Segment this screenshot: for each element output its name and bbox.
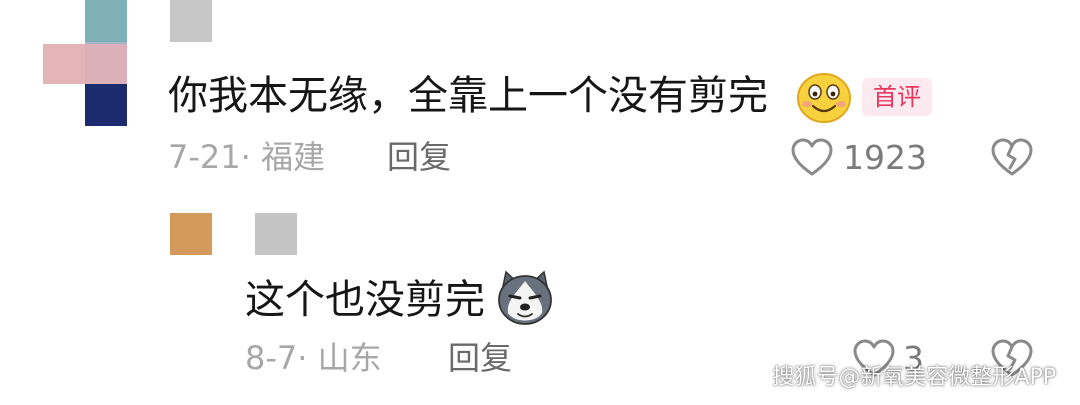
avatar-mosaic-tile: [43, 44, 85, 84]
smile-emoji-icon: [797, 73, 851, 123]
username-mosaic[interactable]: [170, 0, 212, 42]
husky-dog-emoji-icon: [498, 270, 552, 325]
avatar-mosaic-tile: [85, 44, 127, 84]
comment-date-location: 8-7· 山东: [245, 339, 382, 377]
heart-like-icon[interactable]: [790, 138, 834, 178]
avatar-mosaic-tile: [85, 84, 127, 126]
avatar[interactable]: [170, 213, 212, 255]
reply-comment-text: 这个也没剪完: [245, 277, 485, 323]
like-count: 1923: [843, 138, 927, 177]
watermark: 搜狐号@新氧美容微整形APP: [772, 365, 1056, 390]
username-mosaic[interactable]: [255, 213, 297, 255]
reply-button[interactable]: 回复: [387, 141, 451, 173]
broken-heart-dislike-icon[interactable]: [990, 138, 1034, 178]
first-comment-badge: 首评: [862, 78, 932, 116]
avatar-mosaic-tile: [85, 0, 127, 42]
comment-text: 你我本无缘，全靠上一个没有剪完: [168, 73, 768, 119]
comment-thread: 你我本无缘，全靠上一个没有剪完 首评 7-21· 福建 回复 1923 这个也没…: [0, 0, 1080, 405]
comment-date-location: 7-21· 福建: [168, 138, 325, 176]
reply-button[interactable]: 回复: [448, 342, 512, 374]
